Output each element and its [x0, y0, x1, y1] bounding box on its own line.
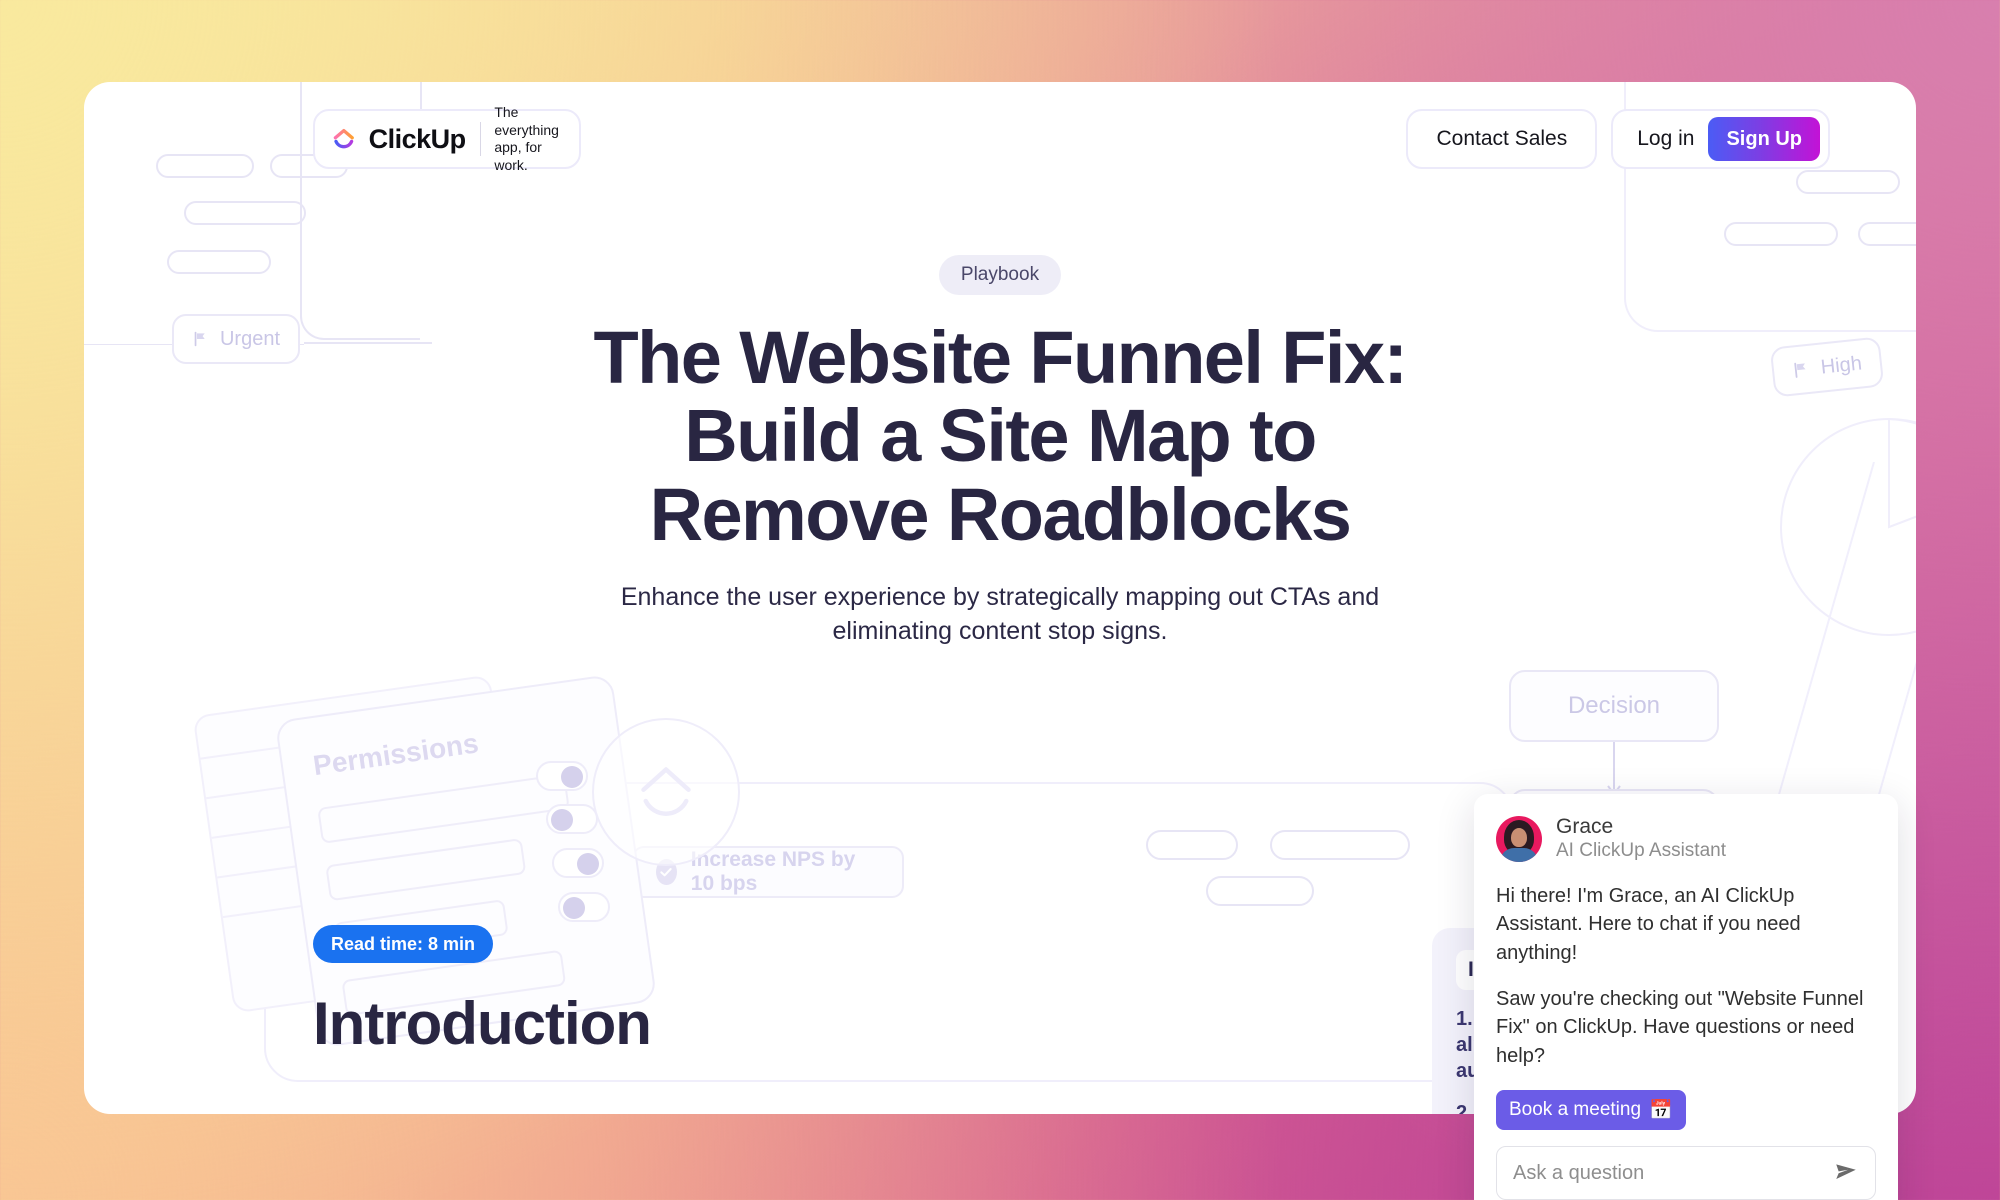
clickup-logo-lockup[interactable]: ClickUp The everything app, for work. [313, 104, 581, 173]
decor-nps-goal: Increase NPS by 10 bps [632, 846, 904, 898]
decor-toggle [552, 848, 604, 878]
chat-message: Hi there! I'm Grace, an AI ClickUp Assis… [1496, 884, 1801, 964]
send-icon[interactable] [1833, 1160, 1859, 1186]
book-a-meeting-button[interactable]: Book a meeting 📅 [1496, 1090, 1686, 1131]
page-title: The Website Funnel Fix: Build a Site Map… [84, 316, 1916, 556]
login-link[interactable]: Log in [1637, 127, 1694, 151]
decor-line [205, 755, 504, 800]
decor-pill [1796, 170, 1900, 194]
decor-pill [1724, 222, 1838, 246]
auth-group: Log in Sign Up [1611, 109, 1830, 169]
chat-input[interactable] [1513, 1161, 1833, 1185]
header-nav: Contact Sales Log in Sign Up [1406, 109, 1830, 169]
decor-nps-label: Increase NPS by 10 bps [690, 848, 856, 895]
decor-permissions-title: Permissions [311, 727, 481, 782]
clickup-logo-mark [333, 128, 354, 149]
chat-header: Grace AI ClickUp Assistant [1496, 814, 1876, 864]
chat-message: Saw you're checking out "Website Funnel … [1496, 988, 1864, 1067]
decor-pill [1206, 876, 1314, 906]
decor-toggle [536, 761, 588, 791]
title-line-2: Build a Site Map to [684, 394, 1317, 478]
decor-logo-circle [592, 718, 740, 866]
brand-name: ClickUp [368, 123, 467, 154]
divider [479, 122, 481, 156]
decor-pill [184, 201, 306, 225]
agent-role: AI ClickUp Assistant [1556, 840, 1726, 862]
agent-avatar [1496, 815, 1542, 862]
decor-flow-arrow [1607, 742, 1621, 796]
chat-widget: Grace AI ClickUp Assistant Hi there! I'm… [1474, 794, 1898, 1200]
tagline-line-2: app, for work. [494, 139, 542, 173]
decor-toggle [558, 892, 610, 922]
playbook-badge: Playbook [938, 255, 1062, 295]
decor-flow-label: Decision [1567, 692, 1661, 719]
brand-tagline: The everything app, for work. [494, 104, 561, 174]
hero-section: Playbook The Website Funnel Fix: Build a… [84, 255, 1916, 648]
clickup-logo-mark-outline [641, 767, 691, 816]
decor-pill [1270, 830, 1410, 860]
read-time-badge: Read time: 8 min [313, 925, 494, 963]
title-line-1: The Website Funnel Fix: [593, 316, 1409, 399]
decor-pill [1146, 830, 1238, 860]
book-a-meeting-label: Book a meeting [1509, 1099, 1642, 1121]
agent-name: Grace [1556, 815, 1614, 838]
sign-up-button[interactable]: Sign Up [1708, 117, 1820, 161]
decor-line [217, 834, 515, 879]
decor-bar [325, 838, 527, 902]
decor-line [222, 874, 521, 919]
contact-sales-button[interactable]: Contact Sales [1406, 109, 1598, 169]
decor-bar [317, 773, 570, 844]
calendar-icon: 📅 [1649, 1100, 1673, 1122]
tagline-line-1: The everything [494, 104, 559, 138]
article-paragraph: If you're a marketer building landing pa… [313, 1110, 1297, 1114]
decor-pill [1858, 222, 1916, 246]
decor-line [211, 795, 509, 839]
decor-flow-decision: Decision [1509, 670, 1719, 742]
decor-toggle [546, 804, 598, 834]
chat-input-row[interactable] [1496, 1146, 1876, 1200]
article-section: Read time: 8 min Introduction If you're … [313, 925, 1297, 1114]
decor-line [200, 715, 498, 760]
title-line-3: Remove Roadblocks [649, 472, 1352, 556]
section-heading: Introduction [313, 990, 652, 1057]
check-circle-icon [656, 859, 677, 885]
decor-pill [156, 154, 254, 178]
page-subtitle: Enhance the user experience by strategic… [620, 583, 1380, 646]
